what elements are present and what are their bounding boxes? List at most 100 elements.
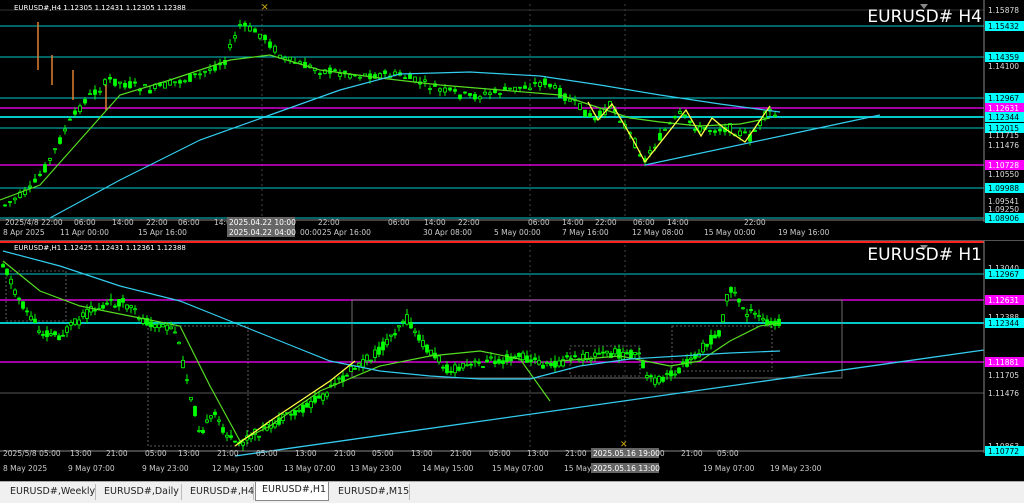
- h4-candle-body: [383, 70, 387, 75]
- h4-candle-body: [673, 116, 677, 119]
- h4-candle-body: [618, 120, 622, 123]
- h1-candle-body: [489, 356, 493, 359]
- h1-time-label: 15 May 07:00: [492, 464, 544, 473]
- h1-candle-body: [241, 441, 245, 446]
- tab-eurusd-daily[interactable]: EURUSD#,Daily: [98, 484, 182, 500]
- h4-candle-body: [253, 28, 257, 33]
- h1-candle-body: [393, 333, 397, 336]
- h1-candle-body: [193, 406, 197, 416]
- h1-time-label: 21:00: [106, 449, 128, 458]
- h4-price-label: 1.11476: [988, 141, 1019, 150]
- h4-candle-body: [228, 44, 232, 49]
- h4-candle-body: [143, 84, 147, 87]
- tab-eurusd-m15[interactable]: EURUSD#,M15: [332, 484, 410, 500]
- h4-candle-body: [123, 82, 127, 88]
- tab-eurusd-h1[interactable]: EURUSD#,H1: [255, 482, 329, 501]
- h1-candle-body: [545, 362, 549, 365]
- h1-candle-body: [101, 304, 105, 309]
- tab-eurusd-h4[interactable]: EURUSD#,H4: [184, 484, 254, 500]
- h4-time-label: 06:00: [178, 218, 200, 227]
- h1-chart-canvas[interactable]: ✕2025/5/8 05:00 13:00 21:00 05:00 13:00 21:00…: [0, 241, 1024, 478]
- h4-candle-body: [48, 158, 52, 161]
- h4-candle-body: [483, 91, 487, 95]
- h4-time-label: 15 May 00:00: [704, 228, 756, 237]
- h1-candle-body: [729, 287, 733, 293]
- h4-time-label: 14:00: [562, 218, 584, 227]
- h1-candle-body: [289, 413, 293, 416]
- h4-candle-body: [28, 185, 32, 188]
- h1-candle-body: [521, 352, 525, 361]
- h1-candle-body: [65, 326, 69, 333]
- h1-candle-body: [613, 348, 617, 355]
- h4-candle-body: [133, 81, 137, 84]
- h1-time-label: 13:00: [411, 449, 433, 458]
- h1-time-label: 05:00: [372, 449, 394, 458]
- h1-candle-body: [761, 317, 765, 321]
- h1-time-label: 13:00: [178, 449, 200, 458]
- tab-eurusd-weekly[interactable]: EURUSD#,Weekly: [4, 484, 96, 500]
- h1-candle-body: [233, 440, 237, 443]
- h4-time-label: 06:00: [74, 218, 96, 227]
- h1-candle-body: [349, 366, 353, 372]
- h4-candle-body: [108, 77, 112, 80]
- h1-candle-body: [181, 359, 185, 369]
- h1-candle-body: [77, 319, 81, 326]
- h4-candle-body: [358, 76, 362, 79]
- h1-candle-body: [93, 309, 97, 312]
- h4-candle-body: [58, 137, 62, 144]
- h1-candle-body: [653, 377, 657, 385]
- h4-candle-body: [193, 73, 197, 76]
- h1-candle-body: [273, 423, 277, 428]
- h4-time-label: 12 May 08:00: [632, 228, 684, 237]
- h1-candle-body: [493, 360, 497, 364]
- h1-candle-body: [345, 374, 349, 377]
- h4-candle-body: [773, 114, 777, 117]
- h1-chart[interactable]: ✕ 2025/5/8 05:00 13:00 21:00 05:00 13:00 21:00…: [0, 241, 1024, 478]
- h4-candle-body: [438, 88, 442, 92]
- h4-candle-body: [413, 76, 417, 83]
- h4-time-label: 06:00: [633, 218, 655, 227]
- h1-candle-body: [53, 331, 57, 336]
- h1-candle-body: [177, 342, 181, 345]
- h1-candle-body: [61, 334, 65, 337]
- h4-candle-body: [273, 45, 277, 53]
- h1-candle-body: [353, 368, 357, 370]
- h4-candle-body: [523, 85, 527, 89]
- h1-candle-body: [309, 400, 313, 409]
- h4-chart[interactable]: ✕ 2025/4/8 22:00 06:00 14:00 22:00 06:00 14:00…: [0, 0, 1024, 240]
- h1-candle-body: [741, 307, 745, 310]
- h4-candle-body: [188, 73, 192, 82]
- h1-candle-body: [397, 325, 401, 328]
- h1-candle-body: [565, 355, 569, 358]
- h4-candle-body: [478, 96, 482, 100]
- h4-candle-body: [68, 118, 72, 121]
- h4-price-label: 1.15878: [988, 6, 1019, 15]
- h4-price-label: 1.12344: [988, 113, 1019, 122]
- h1-time-label: 21:00: [565, 449, 587, 458]
- h4-candle-body: [708, 130, 712, 132]
- h4-symbol-info: EURUSD#,H4 1.12305 1.12431 1.12305 1.123…: [14, 4, 186, 12]
- h1-time-label: 13 May 23:00: [350, 464, 402, 473]
- h1-crosshair-time: 2025.05.16 13:00: [593, 464, 660, 473]
- h1-price-label: 1.11705: [988, 371, 1019, 380]
- h4-candle-body: [738, 130, 742, 136]
- h4-candle-body: [393, 71, 397, 76]
- h4-candle-body: [658, 132, 662, 141]
- h4-candle-body: [578, 103, 582, 110]
- h4-candle-body: [163, 81, 167, 89]
- h1-candle-body: [169, 326, 173, 330]
- h4-candle-body: [43, 164, 47, 173]
- h4-candle-body: [428, 88, 432, 90]
- h4-price-label: 1.09988: [988, 184, 1019, 193]
- h4-candle-body: [333, 69, 337, 72]
- h4-chart-canvas[interactable]: ✕ 2025/4/8 22:00 06:00 14:00 22:00 06:00 14:00…: [0, 0, 1024, 240]
- h1-time-label: 05:00: [145, 449, 167, 458]
- h1-candle-body: [673, 373, 677, 376]
- h1-candle-body: [713, 334, 717, 339]
- h1-candle-body: [417, 334, 421, 341]
- h1-price-label: 1.12967: [988, 270, 1019, 279]
- h1-candle-body: [21, 301, 25, 309]
- h4-candle-body: [533, 82, 537, 84]
- h4-candle-body: [3, 204, 7, 207]
- h4-candle-body: [263, 35, 267, 41]
